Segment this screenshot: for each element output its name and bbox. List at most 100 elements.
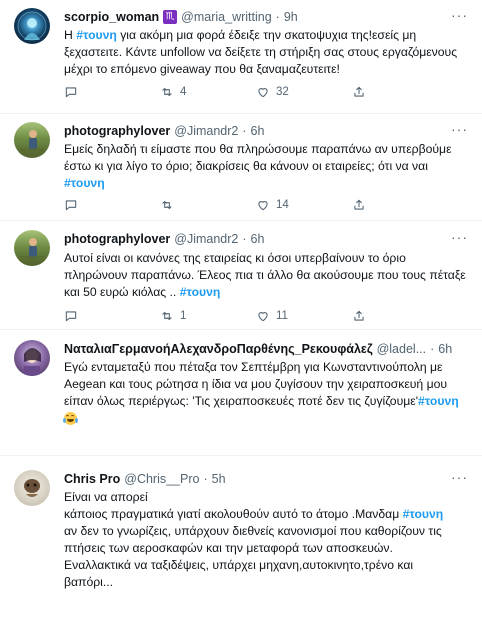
timestamp[interactable]: 9h [284, 10, 298, 24]
like-button[interactable]: 11 [256, 308, 288, 324]
reply-icon [65, 200, 77, 211]
user-handle[interactable]: @Jimandr2 [174, 124, 238, 138]
like-button[interactable]: 14 [256, 197, 289, 213]
avatar[interactable] [14, 340, 50, 376]
text-segment: Aegean και τους ρώτησα η ίδια να μου ζυγ… [64, 377, 448, 391]
text-segment: μέχρι το επόμενο giveaway που θα ξαναμαζ… [64, 62, 340, 76]
like-button[interactable]: 32 [256, 84, 289, 100]
text-segment: Εναλλακτικά να ταξιδέψεις, υπάρχει μηχαν… [64, 558, 414, 572]
text-segment: πληρώνουν παραπάνω. Έλεος πια τι άλλο θα… [64, 268, 466, 282]
text-segment: κάποιος πραγματικά γιατί ακολουθούν αυτό… [64, 507, 403, 521]
tweet-header: photographylover @Jimandr2 · 6h [64, 230, 472, 248]
text-segment: είπαν όλως περιέργως: 'Τις χειραποσκευές… [64, 394, 419, 408]
retweet-count: 1 [180, 310, 187, 322]
tweet[interactable]: photographylover @Jimandr2 · 6h ··· Αυτο… [0, 221, 482, 330]
tweet-actions: 14 [64, 197, 444, 213]
tweet-header: scorpio_woman ♏ @maria_writting · 9h [64, 8, 472, 26]
reply-icon [65, 311, 77, 322]
tweet-header: Chris Pro @Chris__Pro · 5h [64, 470, 472, 488]
share-icon [354, 199, 364, 210]
hashtag-link[interactable]: #τουνη [180, 285, 221, 299]
tweet-text: Η #τουνη για ακόμη μια φορά έδειξε την σ… [64, 27, 470, 78]
text-segment: Αυτοί είναι οι κανόνες της εταιρείας κι … [64, 251, 406, 265]
tweet-header: ΝαταλιαΓερμανοήΑλεχανδροΠαρθένης_Ρεκουφά… [64, 340, 472, 358]
more-options-icon[interactable]: ··· [451, 469, 468, 485]
separator-dot: · [203, 472, 208, 486]
display-name[interactable]: Chris Pro [64, 472, 120, 486]
scorpio-icon: ♏ [163, 10, 178, 24]
tweet-text: Είναι να απορεί κάποιος πραγματικά γιατί… [64, 489, 470, 591]
share-button[interactable] [352, 84, 366, 100]
hashtag-link[interactable]: #τουνη [76, 28, 117, 42]
text-segment: βαπόρι... [64, 575, 114, 589]
retweet-icon [162, 87, 172, 97]
display-name[interactable]: scorpio_woman [64, 10, 159, 24]
share-button[interactable] [352, 308, 366, 324]
timestamp[interactable]: 6h [438, 342, 452, 356]
text-segment: Η [64, 28, 77, 42]
tweet-text: Αυτοί είναι οι κανόνες της εταιρείας κι … [64, 250, 470, 301]
text-segment: Εμείς δηλαδή τι είμαστε που θα πληρώσουμ… [64, 142, 452, 156]
separator-dot: · [242, 232, 247, 246]
user-handle[interactable]: @Chris__Pro [124, 472, 199, 486]
hashtag-link[interactable]: #τουνη [64, 176, 105, 190]
face-with-tears-of-joy-icon [63, 412, 78, 426]
heart-icon [258, 88, 268, 98]
retweet-button[interactable] [160, 197, 180, 213]
tweet-actions: 4 32 [64, 84, 444, 100]
user-handle[interactable]: @maria_writting [181, 10, 272, 24]
avatar[interactable] [14, 230, 50, 266]
like-count: 32 [276, 86, 289, 98]
separator-dot: · [242, 124, 247, 138]
user-handle[interactable]: @Jimandr2 [174, 232, 238, 246]
tweet[interactable]: Chris Pro @Chris__Pro · 5h ··· Είναι να … [0, 456, 482, 628]
share-icon [354, 86, 364, 97]
retweet-icon [162, 311, 172, 321]
more-options-icon[interactable]: ··· [451, 229, 468, 245]
avatar[interactable] [14, 470, 50, 506]
timestamp[interactable]: 6h [251, 232, 265, 246]
more-options-icon[interactable]: ··· [451, 7, 468, 23]
tweet-text: Εγώ ενταμεταξύ που πέταξα τον Σεπτέμβρη … [63, 359, 470, 427]
text-segment: πτήσεις των αεροσκαφών και την μεταφορά … [64, 541, 393, 555]
separator-dot: · [430, 342, 435, 356]
separator-dot: · [275, 10, 280, 24]
tweet-header: photographylover @Jimandr2 · 6h [64, 122, 472, 140]
share-button[interactable] [352, 197, 366, 213]
text-segment: Είναι να απορεί [64, 490, 148, 504]
display-name[interactable]: photographylover [64, 232, 170, 246]
text-segment: και 50 ευρώ κιόλας .. [64, 285, 180, 299]
reply-button[interactable] [64, 308, 84, 324]
text-segment: για ακόμη μια φορά έδειξε την σκατοψυχια… [116, 28, 417, 42]
user-handle[interactable]: @ladel... [377, 342, 427, 356]
display-name[interactable]: ΝαταλιαΓερμανοήΑλεχανδροΠαρθένης_Ρεκουφά… [64, 342, 373, 356]
share-icon [354, 310, 364, 321]
tweet[interactable]: ΝαταλιαΓερμανοήΑλεχανδροΠαρθένης_Ρεκουφά… [0, 330, 482, 456]
tweet[interactable]: photographylover @Jimandr2 · 6h ··· Εμεί… [0, 114, 482, 221]
reply-button[interactable] [64, 84, 84, 100]
reply-button[interactable] [64, 197, 84, 213]
reply-icon [65, 87, 77, 98]
timestamp[interactable]: 5h [212, 472, 226, 486]
tweet-timeline: scorpio_woman ♏ @maria_writting · 9h ···… [0, 0, 482, 628]
heart-icon [258, 312, 268, 322]
avatar[interactable] [14, 122, 50, 158]
like-count: 14 [276, 199, 289, 211]
text-segment: ξεχαστειτε. Κάντε unfollow να δείξετε τη… [64, 45, 458, 59]
retweet-button[interactable]: 4 [160, 84, 186, 100]
hashtag-link[interactable]: #τουνη [418, 394, 459, 408]
retweet-count: 4 [180, 86, 187, 98]
heart-icon [258, 201, 268, 211]
tweet-actions: 1 11 [64, 308, 444, 324]
like-count: 11 [276, 310, 288, 322]
text-segment: έστω κι για λίγο το όριο; διακρίσεις θα … [64, 159, 428, 173]
timestamp[interactable]: 6h [251, 124, 265, 138]
retweet-icon [162, 200, 172, 210]
avatar[interactable] [14, 8, 50, 44]
more-options-icon[interactable]: ··· [451, 121, 468, 137]
display-name[interactable]: photographylover [64, 124, 170, 138]
retweet-button[interactable]: 1 [160, 308, 186, 324]
hashtag-link[interactable]: #τουνη [403, 507, 444, 521]
tweet[interactable]: scorpio_woman ♏ @maria_writting · 9h ···… [0, 0, 482, 114]
text-segment: αν δεν το γνωρίζεις, υπάρχουν διεθνείς κ… [64, 524, 442, 538]
